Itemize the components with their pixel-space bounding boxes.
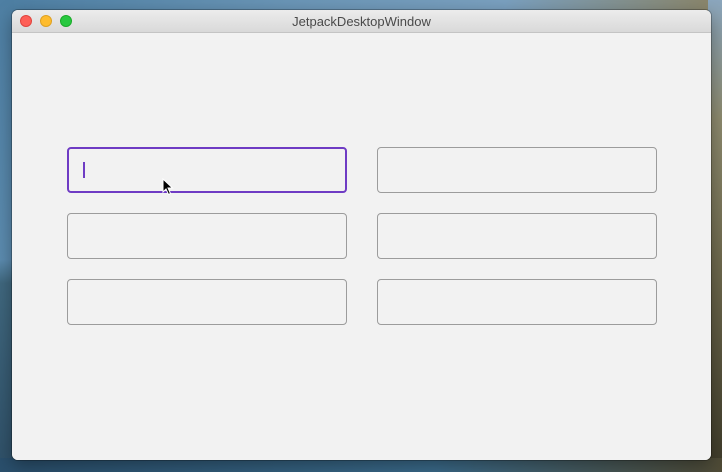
title-bar[interactable]: JetpackDesktopWindow <box>12 10 711 33</box>
text-field-3[interactable] <box>67 213 347 259</box>
desktop-wallpaper-bottom <box>0 458 722 472</box>
window-content <box>12 33 711 460</box>
text-caret <box>83 162 85 178</box>
app-window: JetpackDesktopWindow <box>12 10 711 460</box>
text-field-5[interactable] <box>67 279 347 325</box>
text-field-4[interactable] <box>377 213 657 259</box>
text-field-2[interactable] <box>377 147 657 193</box>
window-title: JetpackDesktopWindow <box>292 14 431 29</box>
mouse-pointer-icon <box>162 178 174 196</box>
text-field-1[interactable] <box>67 147 347 193</box>
text-field-6[interactable] <box>377 279 657 325</box>
